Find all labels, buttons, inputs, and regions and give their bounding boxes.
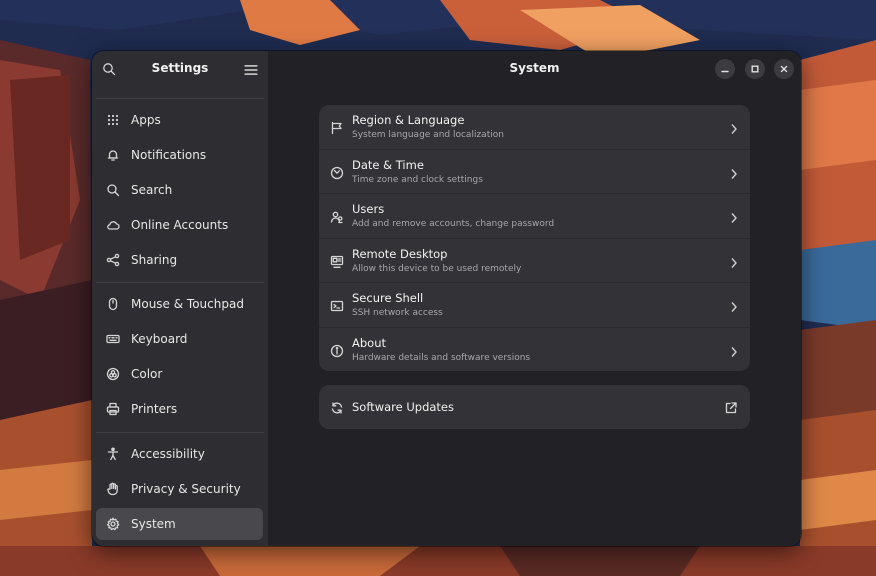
row-region-language[interactable]: Region & Language System language and lo… <box>319 105 750 149</box>
sidebar-item-sharing[interactable]: Sharing <box>96 244 263 276</box>
hamburger-menu-icon[interactable] <box>244 62 258 75</box>
sidebar: Settings Apps Notifications Search Onlin… <box>92 51 268 546</box>
users-icon <box>330 209 344 224</box>
close-button[interactable] <box>774 59 794 79</box>
terminal-icon <box>330 298 344 312</box>
sidebar-item-keyboard[interactable]: Keyboard <box>96 323 263 355</box>
sidebar-item-printers[interactable]: Printers <box>96 393 263 425</box>
chevron-right-icon <box>730 254 738 268</box>
row-title: Software Updates <box>352 400 454 414</box>
row-title: Remote Desktop <box>352 246 448 261</box>
mouse-icon <box>106 297 120 311</box>
printer-icon <box>106 402 120 416</box>
row-software-updates[interactable]: Software Updates <box>319 385 750 429</box>
flag-icon <box>330 120 344 135</box>
maximize-button[interactable] <box>745 59 765 79</box>
row-date-time[interactable]: Date & Time Time zone and clock settings <box>319 148 750 194</box>
sidebar-item-label: Notifications <box>131 148 207 162</box>
sidebar-item-label: Accessibility <box>131 447 205 461</box>
sidebar-separator <box>96 282 264 283</box>
sidebar-item-label: Privacy & Security <box>131 482 241 496</box>
content-pane: System Region & Language System language… <box>268 51 801 546</box>
row-about[interactable]: About Hardware details and software vers… <box>319 326 750 372</box>
sidebar-item-label: Online Accounts <box>131 218 229 232</box>
sidebar-item-label: Printers <box>131 402 178 416</box>
keyboard-icon <box>106 332 120 346</box>
external-link-icon <box>724 400 738 414</box>
software-updates-card: Software Updates <box>319 385 750 429</box>
row-users[interactable]: Users Add and remove accounts, change pa… <box>319 193 750 238</box>
sidebar-item-label: Sharing <box>131 253 178 267</box>
sidebar-item-label: Mouse & Touchpad <box>131 297 244 311</box>
hand-icon <box>106 482 120 496</box>
system-settings-list: Region & Language System language and lo… <box>319 105 750 371</box>
sidebar-title: Settings <box>151 61 209 75</box>
sidebar-item-label: Search <box>131 183 173 197</box>
sidebar-item-label: Apps <box>131 113 161 127</box>
row-subtitle: Time zone and clock settings <box>352 174 483 185</box>
accessibility-icon <box>106 447 120 461</box>
content-header: System <box>268 51 801 85</box>
sidebar-item-search[interactable]: Search <box>96 174 263 206</box>
minimize-button[interactable] <box>715 59 735 79</box>
sidebar-separator <box>96 432 264 433</box>
chevron-right-icon <box>730 120 738 134</box>
cloud-icon <box>106 218 120 232</box>
row-title: About <box>352 335 387 350</box>
info-icon <box>330 343 344 357</box>
row-subtitle: Add and remove accounts, change password <box>352 219 555 229</box>
chevron-right-icon <box>730 298 738 312</box>
sidebar-item-system[interactable]: System <box>96 508 263 540</box>
sidebar-item-apps[interactable]: Apps <box>96 104 263 136</box>
sidebar-separator <box>96 98 264 99</box>
row-title: Users <box>352 202 385 216</box>
bell-icon <box>106 148 120 162</box>
sidebar-item-privacy-security[interactable]: Privacy & Security <box>96 473 263 505</box>
sidebar-item-mouse-touchpad[interactable]: Mouse & Touchpad <box>96 288 263 320</box>
share-icon <box>106 253 120 267</box>
refresh-icon <box>330 400 344 414</box>
sidebar-item-label: System <box>131 517 176 531</box>
chevron-right-icon <box>730 343 738 357</box>
sidebar-item-color[interactable]: Color <box>96 358 263 390</box>
remote-desktop-icon <box>330 254 344 268</box>
sidebar-item-label: Color <box>131 367 163 381</box>
chevron-right-icon <box>730 165 738 179</box>
sidebar-item-label: Keyboard <box>131 332 188 346</box>
chevron-right-icon <box>730 209 738 223</box>
sidebar-item-accessibility[interactable]: Accessibility <box>96 438 263 470</box>
color-icon <box>106 367 120 381</box>
apps-grid-icon <box>106 113 120 127</box>
sidebar-header: Settings <box>92 51 268 83</box>
close-icon <box>780 65 788 73</box>
maximize-icon <box>751 65 759 73</box>
clock-icon <box>330 165 344 179</box>
row-title: Date & Time <box>352 157 424 172</box>
row-title: Secure Shell <box>352 291 424 305</box>
minimize-icon <box>721 70 729 73</box>
row-remote-desktop[interactable]: Remote Desktop Allow this device to be u… <box>319 237 750 283</box>
row-subtitle: Allow this device to be used remotely <box>352 263 522 274</box>
sidebar-item-notifications[interactable]: Notifications <box>96 139 263 171</box>
gear-icon <box>106 517 120 531</box>
row-subtitle: Hardware details and software versions <box>352 352 531 363</box>
row-title: Region & Language <box>352 113 465 127</box>
row-secure-shell[interactable]: Secure Shell SSH network access <box>319 282 750 327</box>
row-subtitle: SSH network access <box>352 308 443 318</box>
settings-window: Settings Apps Notifications Search Onlin… <box>92 51 801 546</box>
row-subtitle: System language and localization <box>352 130 504 140</box>
search-icon <box>106 183 120 197</box>
sidebar-item-online-accounts[interactable]: Online Accounts <box>96 209 263 241</box>
